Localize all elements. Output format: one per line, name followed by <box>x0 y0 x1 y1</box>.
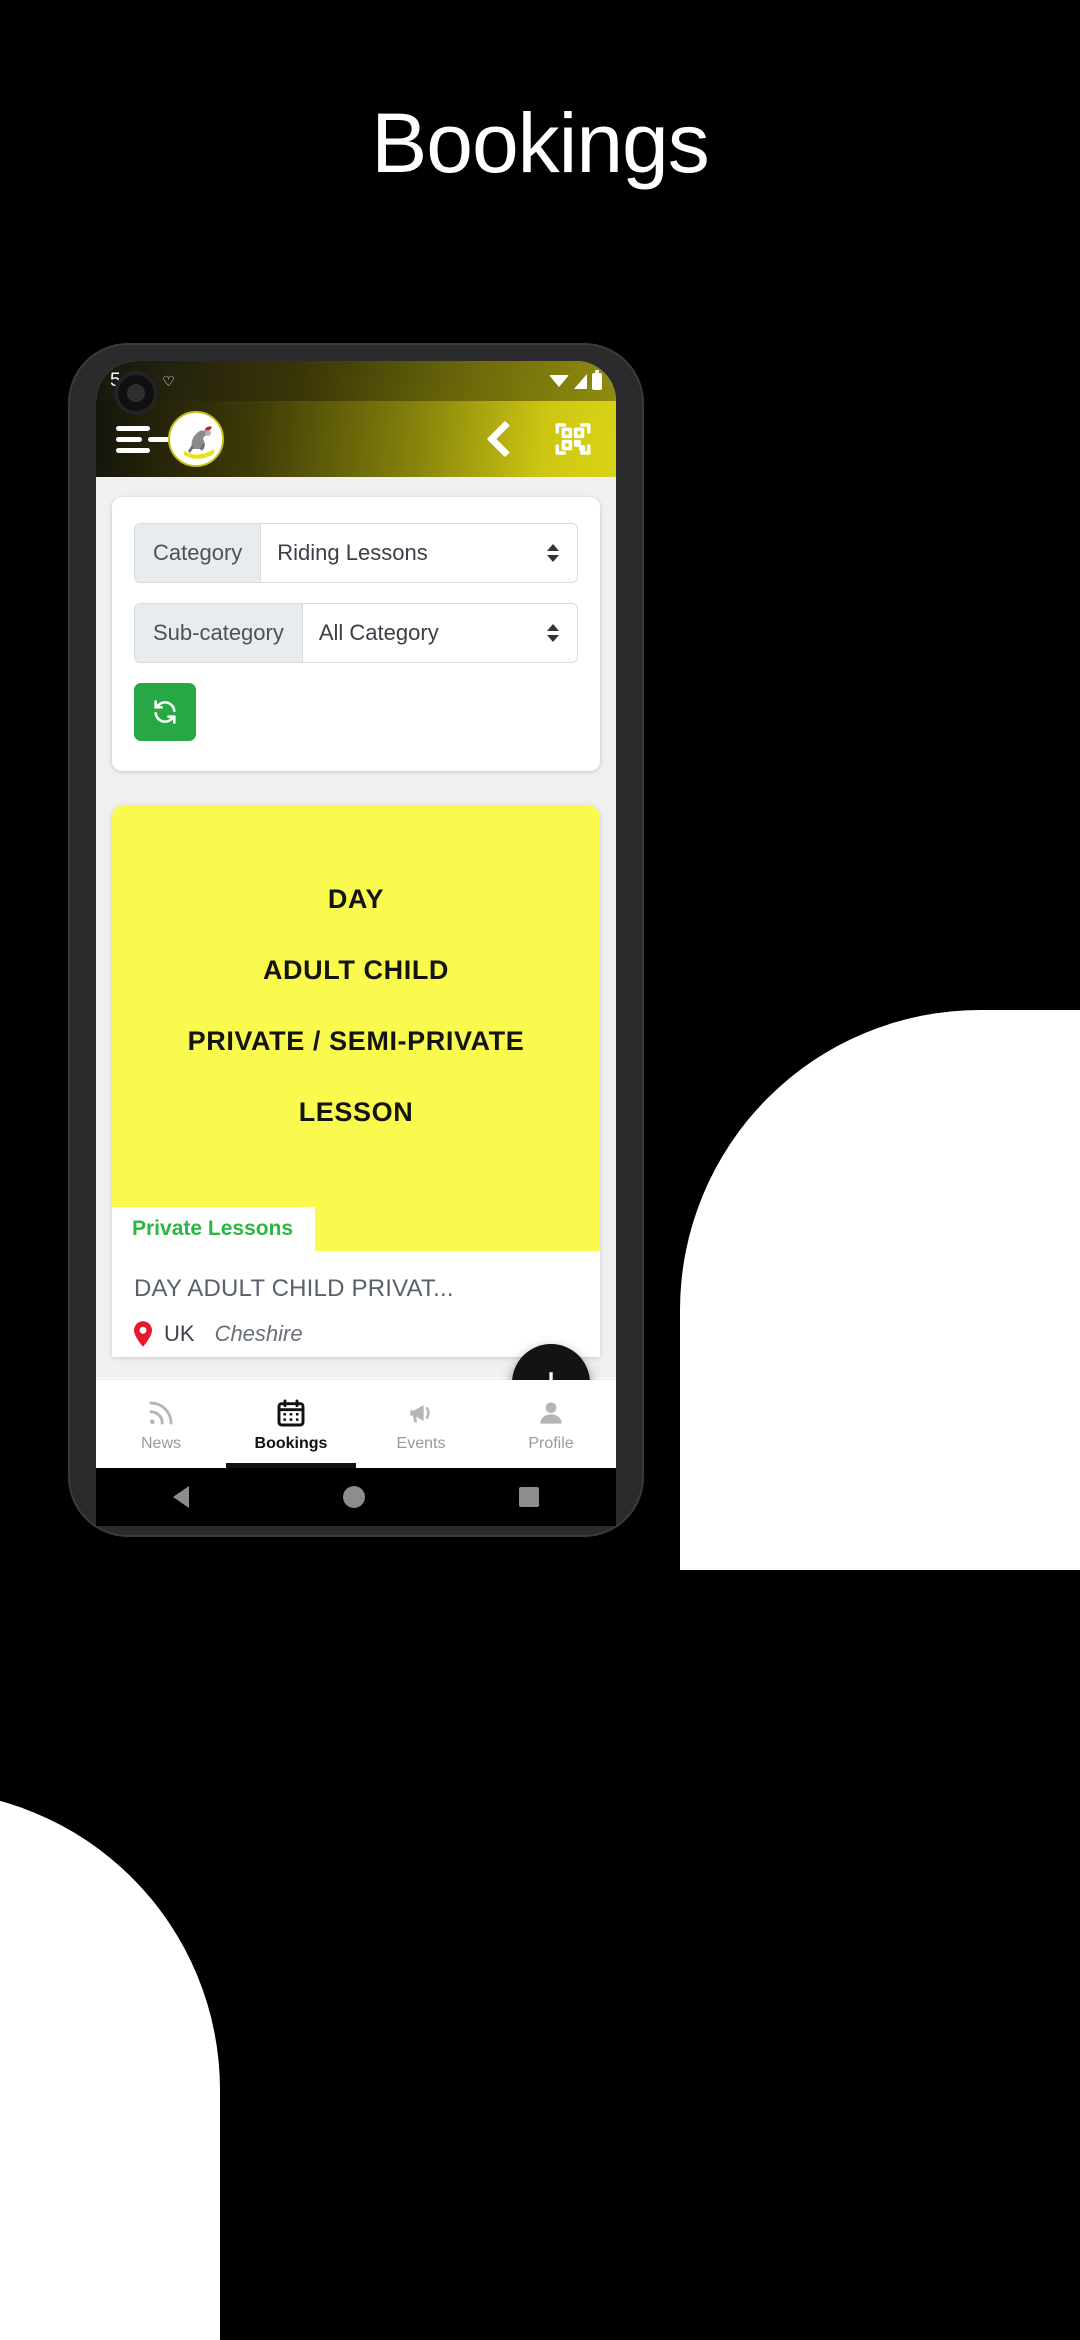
subcategory-value: All Category <box>318 620 439 645</box>
bottom-navigation: News Bookings Events Profile <box>96 1380 616 1468</box>
nav-item-bookings[interactable]: Bookings <box>226 1380 356 1468</box>
chevron-updown-icon <box>547 604 577 662</box>
hamburger-menu-icon[interactable] <box>116 425 150 453</box>
location-pin-icon <box>134 1321 152 1347</box>
back-triangle-icon[interactable] <box>173 1486 189 1508</box>
poster-line: LESSON <box>298 1097 414 1127</box>
megaphone-icon <box>405 1396 437 1430</box>
qr-code-scanner-icon[interactable] <box>552 418 594 460</box>
listing-title: DAY ADULT CHILD PRIVAT... <box>134 1275 454 1302</box>
person-icon <box>535 1396 567 1430</box>
nav-label-events: Events <box>396 1434 446 1452</box>
nav-label-profile: Profile <box>528 1434 574 1452</box>
nav-item-events[interactable]: Events <box>356 1380 486 1468</box>
listing-location: UK Cheshire <box>134 1321 578 1347</box>
refresh-button[interactable] <box>134 683 196 741</box>
status-badge: Private Lessons <box>112 1207 316 1251</box>
chevron-updown-icon <box>547 524 577 582</box>
listing-poster: DAY ADULT CHILD PRIVATE / SEMI-PRIVATE L… <box>112 805 600 1207</box>
nav-item-news[interactable]: News <box>96 1380 226 1468</box>
decorative-white-shape-left <box>0 1790 220 2340</box>
location-country: UK <box>164 1321 195 1346</box>
heart-icon: ♡ <box>162 373 175 389</box>
location-city: Cheshire <box>214 1321 303 1346</box>
category-label: Category <box>135 524 262 582</box>
nav-label-news: News <box>140 1434 181 1452</box>
system-navigation-bar <box>96 1468 616 1526</box>
subcategory-select[interactable]: Sub-category All Category <box>134 603 578 663</box>
status-bar-left-icons: ♡ <box>162 374 175 388</box>
subcategory-label: Sub-category <box>135 604 303 662</box>
filter-card: Category Riding Lessons Sub-category All… <box>112 497 600 771</box>
phone-mockup: 5:20 ♡ <box>70 345 642 1535</box>
poster-line: DAY <box>327 884 385 914</box>
equestrian-horse-logo[interactable] <box>168 411 224 467</box>
app-toolbar <box>96 401 616 477</box>
nav-label-bookings: Bookings <box>254 1434 328 1452</box>
status-bar: 5:20 ♡ <box>96 361 616 401</box>
category-select[interactable]: Category Riding Lessons <box>134 523 578 583</box>
listing-card[interactable]: DAY ADULT CHILD PRIVATE / SEMI-PRIVATE L… <box>112 805 600 1357</box>
nav-item-profile[interactable]: Profile <box>486 1380 616 1468</box>
battery-icon <box>592 369 602 390</box>
app-content: Category Riding Lessons Sub-category All… <box>96 477 616 1377</box>
poster-line: ADULT CHILD <box>262 955 450 985</box>
listing-body: DAY ADULT CHILD PRIVAT... UK Cheshire <box>112 1251 600 1357</box>
recents-square-icon[interactable] <box>519 1487 539 1507</box>
wifi-icon <box>549 375 569 387</box>
rss-feed-icon <box>146 1396 176 1430</box>
chevron-left-icon[interactable] <box>486 420 524 458</box>
refresh-icon <box>154 700 176 724</box>
status-bar-right-icons <box>549 369 602 390</box>
camera-punch-hole <box>114 371 158 415</box>
calendar-icon <box>275 1396 307 1430</box>
category-value: Riding Lessons <box>277 540 428 565</box>
phone-screen: 5:20 ♡ <box>96 361 616 1526</box>
poster-line: PRIVATE / SEMI-PRIVATE <box>187 1026 525 1056</box>
signal-icon <box>574 373 587 389</box>
decorative-white-shape-right <box>680 1010 1080 1570</box>
badge-row: Private Lessons <box>112 1207 600 1251</box>
page-title: Bookings <box>371 96 710 190</box>
home-circle-icon[interactable] <box>343 1486 365 1508</box>
